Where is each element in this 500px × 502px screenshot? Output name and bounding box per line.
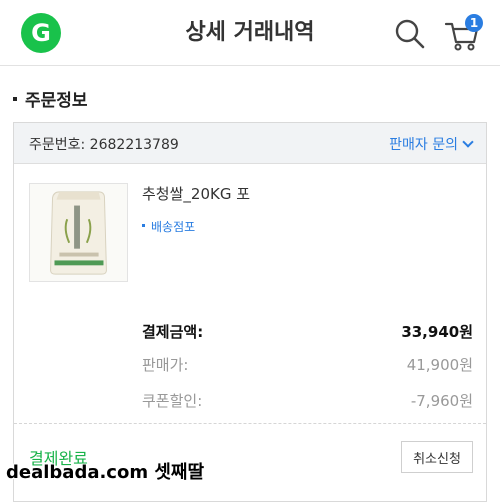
payment-amount-label: 결제금액: — [142, 323, 204, 341]
sale-price-value: 41,900원 — [406, 356, 473, 374]
shipping-label: 배송점포 — [142, 218, 195, 235]
section-title: 주문정보 — [13, 86, 88, 111]
chevron-down-icon — [462, 136, 474, 148]
app-header: G 상세 거래내역 1 — [0, 0, 500, 66]
coupon-discount-value: -7,960원 — [410, 392, 473, 410]
cancel-request-button[interactable]: 취소신청 — [401, 441, 473, 473]
search-icon[interactable] — [394, 18, 426, 50]
order-card: 주문번호: 2682213789 판매자 문의 추청쌀_20KG 포 배송점포 … — [13, 122, 487, 502]
order-header: 주문번호: 2682213789 판매자 문의 — [14, 123, 486, 164]
seller-inquiry-button[interactable]: 판매자 문의 — [389, 134, 474, 154]
bullet-icon — [142, 224, 145, 227]
section-title-text: 주문정보 — [25, 91, 88, 111]
shipping-text: 배송점포 — [151, 220, 196, 234]
divider — [14, 423, 486, 424]
product-thumbnail[interactable] — [29, 183, 128, 282]
seller-inquiry-label: 판매자 문의 — [389, 137, 458, 153]
sale-price-label: 판매가: — [142, 356, 189, 374]
cart-count-badge: 1 — [465, 14, 483, 32]
coupon-discount-label: 쿠폰할인: — [142, 392, 203, 410]
order-number: 주문번호: 2682213789 — [29, 137, 179, 153]
product-name[interactable]: 추청쌀_20KG 포 — [142, 183, 250, 204]
bullet-icon — [13, 97, 17, 101]
payment-amount-value: 33,940원 — [401, 323, 473, 341]
watermark: dealbada.com 셋째딸 — [6, 462, 205, 483]
